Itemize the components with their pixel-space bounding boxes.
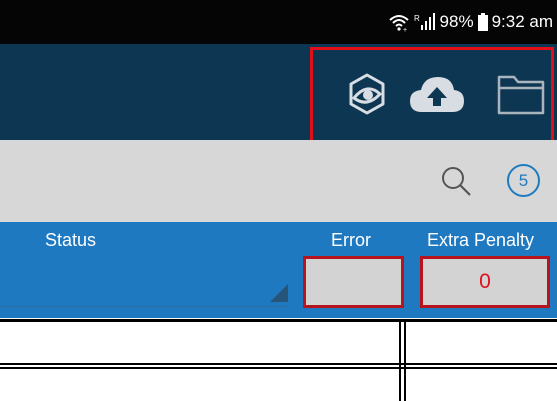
table-column-divider — [399, 319, 401, 401]
status-bar: + R 98% 9:32 am — [0, 0, 557, 44]
table-column-divider — [404, 319, 406, 401]
search-bar — [0, 140, 557, 222]
table-row-divider — [0, 367, 557, 369]
status-filter-underline — [0, 306, 290, 307]
error-field[interactable] — [303, 256, 404, 308]
cloud-upload-icon[interactable] — [408, 74, 466, 119]
svg-text:R: R — [414, 14, 420, 23]
search-icon[interactable] — [440, 165, 472, 202]
wifi-calling-icon: + — [388, 12, 410, 32]
status-indicators: + R 98% 9:32 am — [388, 0, 553, 44]
column-header-status[interactable]: Status — [45, 230, 96, 251]
battery-level: 98% — [439, 12, 474, 31]
sync-eye-icon[interactable] — [345, 72, 389, 121]
signal-icon: R — [414, 12, 436, 32]
column-header-error[interactable]: Error — [331, 230, 371, 251]
extra-penalty-field[interactable]: 0 — [420, 256, 550, 308]
count-badge[interactable]: 5 — [507, 164, 540, 197]
dropdown-corner-icon[interactable] — [270, 284, 288, 302]
column-header-extra-penalty[interactable]: Extra Penalty — [427, 230, 534, 251]
clock: 9:32 am — [491, 12, 553, 31]
app-bar — [0, 44, 557, 140]
svg-text:+: + — [403, 27, 407, 32]
table-row-divider — [0, 363, 557, 365]
table-row-divider — [0, 319, 557, 322]
folder-icon[interactable] — [496, 70, 546, 121]
battery-icon — [477, 13, 488, 31]
